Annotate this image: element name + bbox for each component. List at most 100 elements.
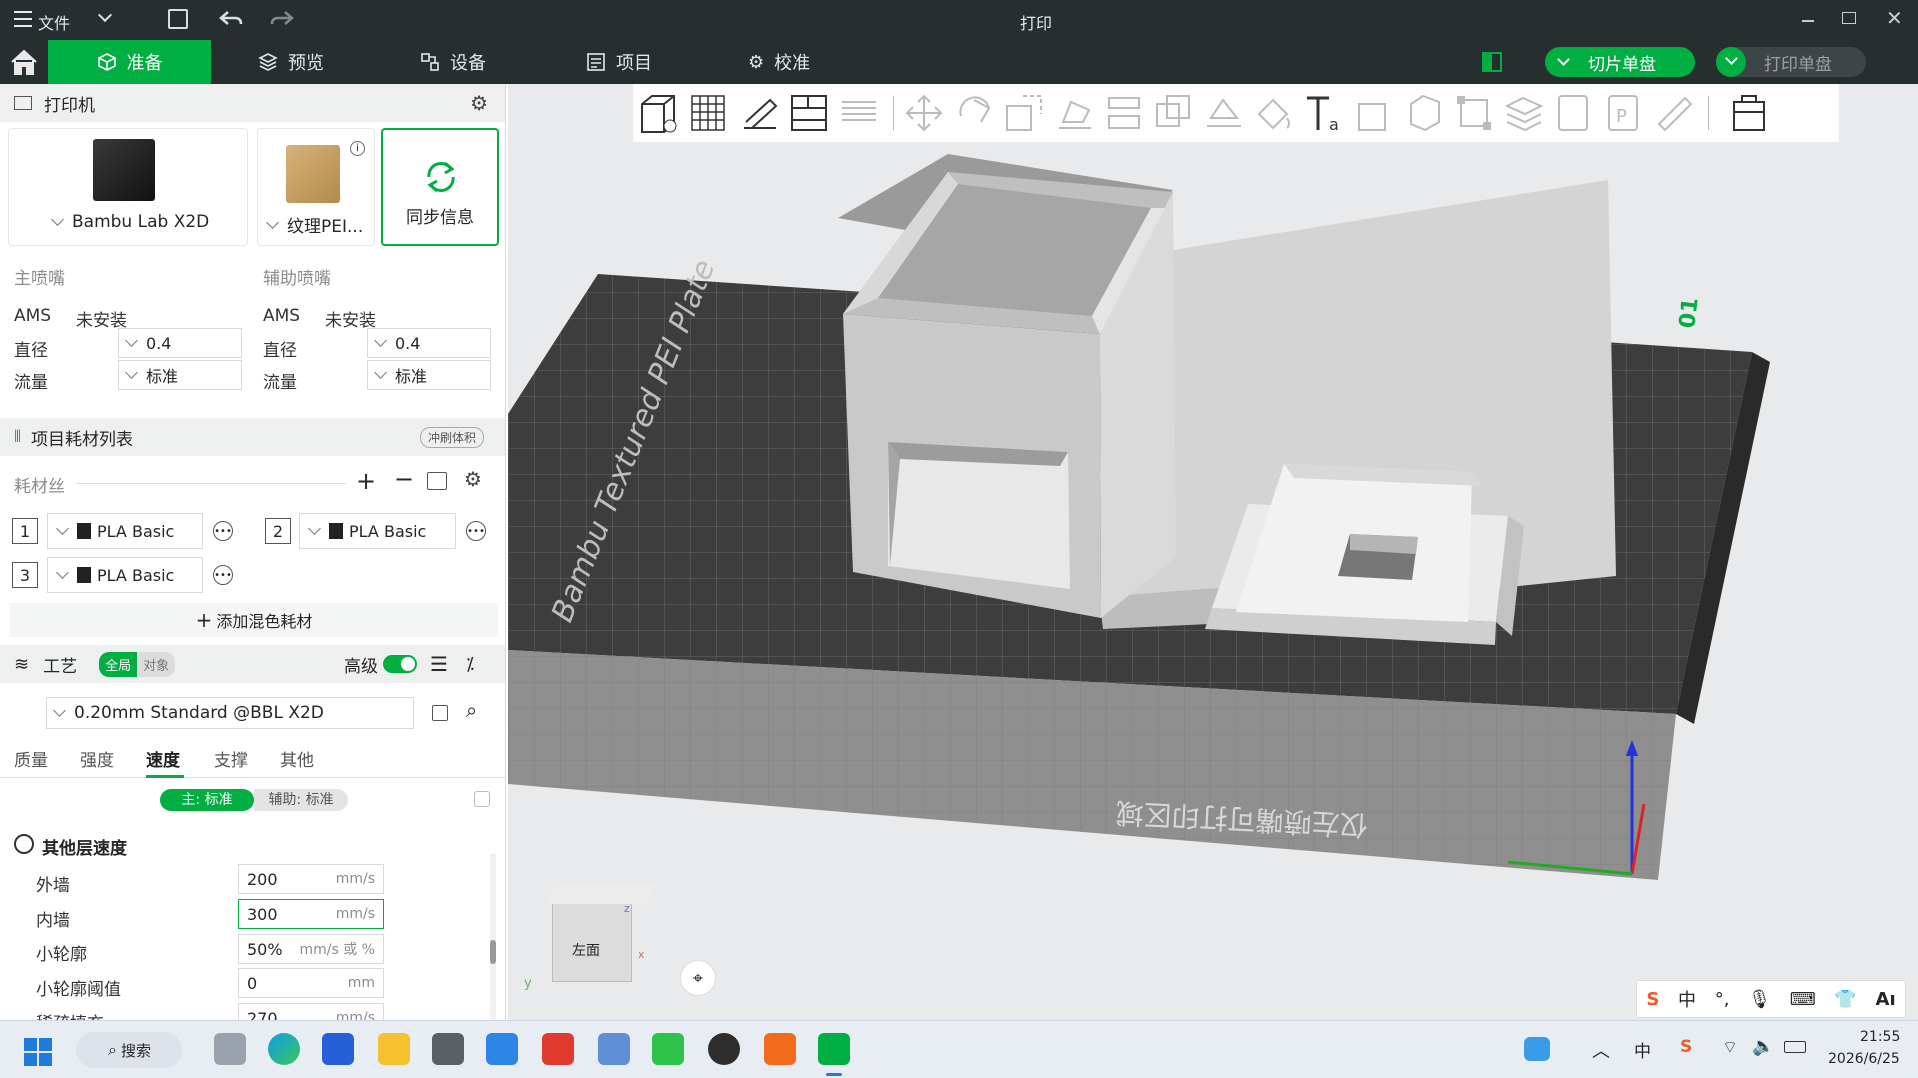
- file-menu[interactable]: 文件: [38, 10, 70, 34]
- color-paint-icon[interactable]: [1253, 92, 1297, 134]
- clock-time[interactable]: 21:55: [1860, 1029, 1900, 1045]
- measure-icon[interactable]: [1353, 92, 1397, 134]
- more-options-icon[interactable]: •••: [213, 521, 233, 541]
- small-perimeter-threshold-input[interactable]: 0 mm: [238, 968, 384, 998]
- plate-card[interactable]: i 纹理PEI...: [257, 128, 375, 246]
- chevron-down-icon[interactable]: [1557, 53, 1570, 66]
- tab-project[interactable]: 项目: [586, 40, 652, 84]
- microphone-icon[interactable]: 🎙: [1748, 989, 1771, 1010]
- edge-icon[interactable]: [268, 1033, 300, 1065]
- close-icon[interactable]: ✕: [1886, 6, 1903, 30]
- app-cube-icon[interactable]: [432, 1033, 464, 1065]
- wps-icon[interactable]: [542, 1033, 574, 1065]
- tab-preview[interactable]: 预览: [258, 40, 324, 84]
- fusion-icon[interactable]: [764, 1033, 796, 1065]
- app-blue-icon[interactable]: [322, 1033, 354, 1065]
- sparse-infill-input[interactable]: 270 mm/s: [238, 1003, 384, 1020]
- save-preset-icon[interactable]: [432, 705, 448, 721]
- wechat-icon[interactable]: [652, 1033, 684, 1065]
- app-arrow-icon[interactable]: [486, 1033, 518, 1065]
- chevron-down-icon[interactable]: [374, 366, 387, 379]
- aux-mode-pill[interactable]: 辅助: 标准: [254, 789, 348, 811]
- add-plate-icon[interactable]: [688, 92, 732, 134]
- ime-language[interactable]: 中: [1678, 986, 1696, 1012]
- chevron-down-icon[interactable]: [97, 7, 113, 23]
- list-icon[interactable]: ☰: [430, 652, 448, 676]
- view-cube[interactable]: 左面 z x y: [524, 886, 658, 991]
- chevron-down-icon[interactable]: [53, 704, 66, 717]
- scale-icon[interactable]: [1003, 92, 1047, 134]
- cut-icon[interactable]: [1103, 92, 1147, 134]
- search-box[interactable]: ⌕ 搜索: [76, 1032, 182, 1068]
- add-object-icon[interactable]: [638, 92, 682, 134]
- object-toggle[interactable]: 对象: [137, 651, 176, 677]
- remove-icon[interactable]: −: [394, 465, 414, 493]
- main-mode-pill[interactable]: 主: 标准: [160, 789, 254, 811]
- inner-wall-input[interactable]: 300 mm/s: [238, 899, 384, 929]
- music-icon[interactable]: [708, 1033, 740, 1065]
- chevron-down-icon[interactable]: [125, 334, 138, 347]
- scrollbar[interactable]: [490, 854, 496, 1020]
- tab-calibration[interactable]: ⚙ 校准: [748, 40, 810, 84]
- process-preset-select[interactable]: 0.20mm Standard @BBL X2D: [46, 697, 414, 729]
- start-icon[interactable]: [24, 1038, 52, 1066]
- subtab-speed[interactable]: 速度: [146, 746, 180, 771]
- undo-icon[interactable]: [219, 9, 243, 29]
- restore-icon[interactable]: [1842, 12, 1856, 24]
- build-plate-scene[interactable]: Bambu Textured PEI Plate 仅左喷嘴可打印区域 01: [508, 84, 1918, 1020]
- redo-icon[interactable]: [270, 9, 294, 29]
- menu-icon[interactable]: [14, 11, 32, 27]
- home-icon[interactable]: [10, 49, 38, 75]
- search-icon[interactable]: ⌕: [466, 698, 477, 722]
- tray-ime-indicator[interactable]: 中: [1634, 1037, 1651, 1062]
- tray-sogou-icon[interactable]: S: [1680, 1037, 1692, 1057]
- chevron-down-icon[interactable]: [266, 215, 279, 229]
- more-options-icon[interactable]: •••: [213, 565, 233, 585]
- subtab-others[interactable]: 其他: [280, 746, 314, 771]
- slice-plate-button[interactable]: 切片单盘: [1545, 47, 1695, 77]
- filament-select-2[interactable]: PLA Basic: [299, 513, 456, 549]
- widget-icon[interactable]: [1524, 1037, 1550, 1061]
- subtab-support[interactable]: 支撑: [214, 746, 248, 771]
- task-view-icon[interactable]: [214, 1033, 246, 1065]
- rotate-icon[interactable]: [953, 92, 997, 134]
- chevron-down-icon[interactable]: [56, 566, 69, 579]
- aux-diameter-select[interactable]: 0.4: [367, 328, 491, 358]
- copy-settings-icon[interactable]: [474, 791, 490, 807]
- view-layout-icon[interactable]: [1728, 92, 1772, 134]
- chevron-down-icon[interactable]: [374, 334, 387, 347]
- support-paint-icon[interactable]: [1203, 92, 1247, 134]
- add-icon[interactable]: +: [356, 467, 376, 495]
- camera-reset-icon[interactable]: ⌖: [680, 960, 716, 996]
- battery-icon[interactable]: [1784, 1041, 1806, 1053]
- chevron-down-icon[interactable]: [308, 522, 321, 535]
- chevron-down-icon[interactable]: [125, 366, 138, 379]
- filament-settings-gear-icon[interactable]: ⚙: [464, 467, 482, 491]
- more-options-icon[interactable]: •••: [466, 521, 486, 541]
- aux-flow-select[interactable]: 标准: [367, 360, 491, 390]
- arrange-icon[interactable]: [788, 92, 832, 134]
- wifi-icon[interactable]: ⌔: [1722, 1037, 1738, 1058]
- assembly-icon[interactable]: [1403, 92, 1447, 134]
- punctuation-icon[interactable]: °,: [1715, 989, 1730, 1010]
- lay-on-face-icon[interactable]: [1053, 92, 1097, 134]
- printer-card[interactable]: Bambu Lab X2D: [8, 128, 248, 246]
- main-flow-select[interactable]: 标准: [118, 360, 242, 390]
- auto-orient-icon[interactable]: [738, 92, 782, 134]
- info-icon[interactable]: i: [350, 141, 365, 156]
- volume-icon[interactable]: 🔈: [1752, 1036, 1774, 1057]
- filament-select-3[interactable]: PLA Basic: [47, 557, 203, 593]
- 3d-viewport[interactable]: Bambu Textured PEI Plate 仅左喷嘴可打印区域 01 左面…: [508, 84, 1918, 1020]
- ai-icon[interactable]: Aı: [1876, 989, 1896, 1010]
- chevron-down-icon[interactable]: [56, 522, 69, 535]
- app-tools-icon[interactable]: [598, 1033, 630, 1065]
- file-explorer-icon[interactable]: [378, 1033, 410, 1065]
- printer-settings-gear-icon[interactable]: ⚙: [470, 91, 488, 115]
- filament-select-1[interactable]: PLA Basic: [47, 513, 203, 549]
- compare-icon[interactable]: ⁒: [466, 654, 474, 675]
- variable-layer-icon[interactable]: [1503, 92, 1547, 134]
- global-toggle[interactable]: 全局: [99, 651, 138, 677]
- add-mixed-filament-button[interactable]: + 添加混色耗材: [10, 603, 498, 637]
- layout-icon[interactable]: [1482, 52, 1502, 72]
- main-diameter-select[interactable]: 0.4: [118, 328, 242, 358]
